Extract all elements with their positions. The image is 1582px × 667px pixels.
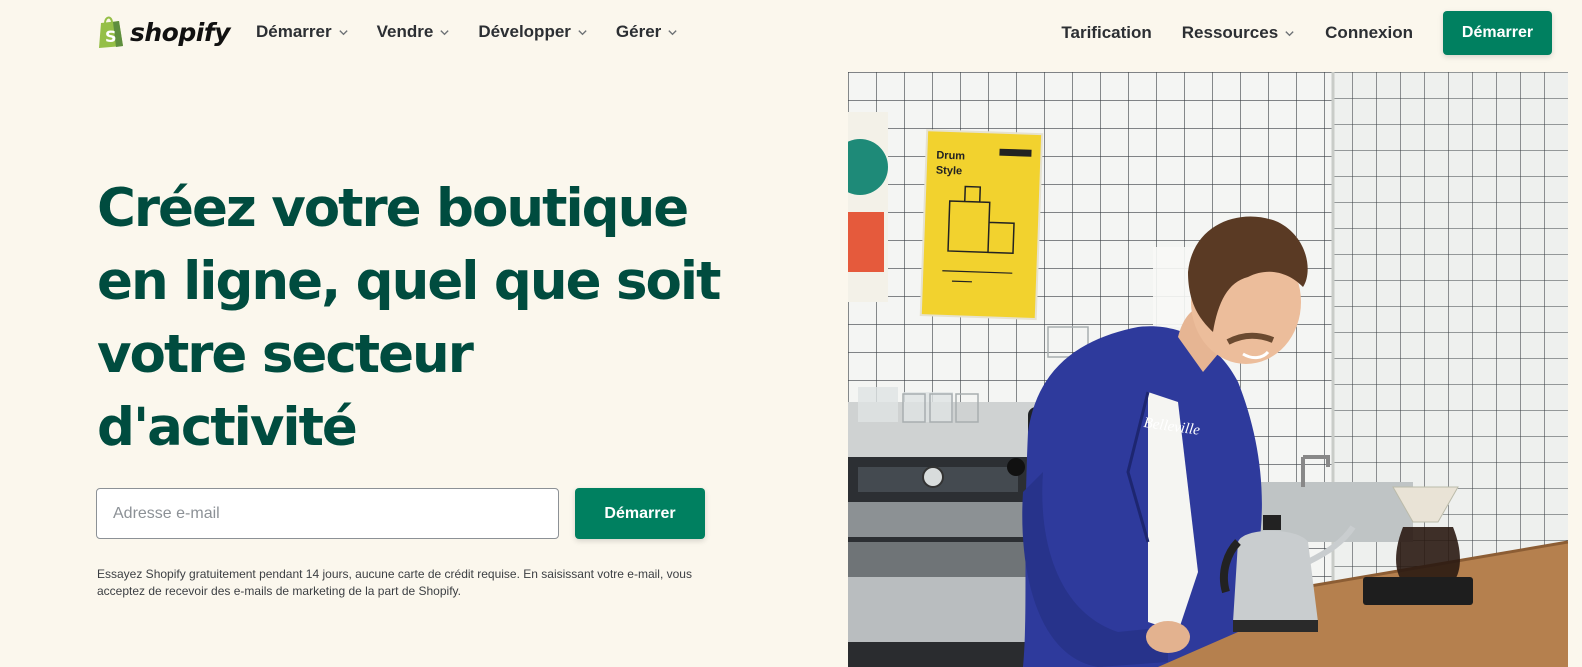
chevron-down-icon [1285, 30, 1294, 36]
nav-label: Gérer [615, 22, 662, 41]
nav-label: Démarrer [256, 22, 332, 41]
hero-start-button[interactable]: Démarrer [575, 488, 705, 539]
nav-vendre[interactable]: Vendre [377, 22, 451, 42]
shopify-wordmark: shopify [130, 17, 231, 47]
hero-photo: Drum Style Belleville [848, 72, 1568, 667]
nav-ressources[interactable]: Ressources [1182, 23, 1295, 43]
poster-title-2: Style [936, 164, 963, 177]
nav-label: Développer [478, 22, 571, 41]
shopify-logo[interactable]: S shopify [96, 14, 231, 50]
primary-nav: Démarrer Vendre Développer Gérer [256, 22, 678, 42]
nav-demarrer[interactable]: Démarrer [256, 22, 349, 42]
chevron-down-icon [440, 29, 449, 35]
top-navigation: S shopify Démarrer Vendre Développer Gér… [0, 0, 1582, 68]
coffee-shop-illustration: Drum Style Belleville [848, 72, 1568, 667]
chevron-down-icon [338, 29, 348, 35]
svg-text:S: S [105, 27, 117, 46]
email-input[interactable] [96, 488, 559, 539]
nav-start-button[interactable]: Démarrer [1443, 11, 1552, 55]
drum-style-poster: Drum Style [919, 129, 1044, 321]
hero-headline: Créez votre boutique en ligne, quel que … [97, 178, 721, 458]
nav-gerer[interactable]: Gérer [616, 22, 678, 42]
nav-label: Connexion [1325, 23, 1413, 42]
signup-form: Démarrer [96, 488, 705, 539]
nav-tarification[interactable]: Tarification [1061, 23, 1151, 43]
shopify-bag-icon: S [99, 16, 123, 48]
nav-connexion[interactable]: Connexion [1325, 23, 1413, 43]
secondary-nav: Tarification Ressources Connexion Démarr… [1061, 11, 1552, 55]
nav-label: Tarification [1061, 23, 1152, 42]
chevron-down-icon [668, 29, 677, 35]
nav-developper[interactable]: Développer [478, 22, 588, 42]
trial-disclaimer: Essayez Shopify gratuitement pendant 14 … [97, 567, 692, 598]
poster-title-1: Drum [936, 149, 965, 162]
nav-label: Ressources [1181, 23, 1279, 42]
chevron-down-icon [578, 29, 587, 35]
nav-label: Vendre [376, 22, 434, 41]
